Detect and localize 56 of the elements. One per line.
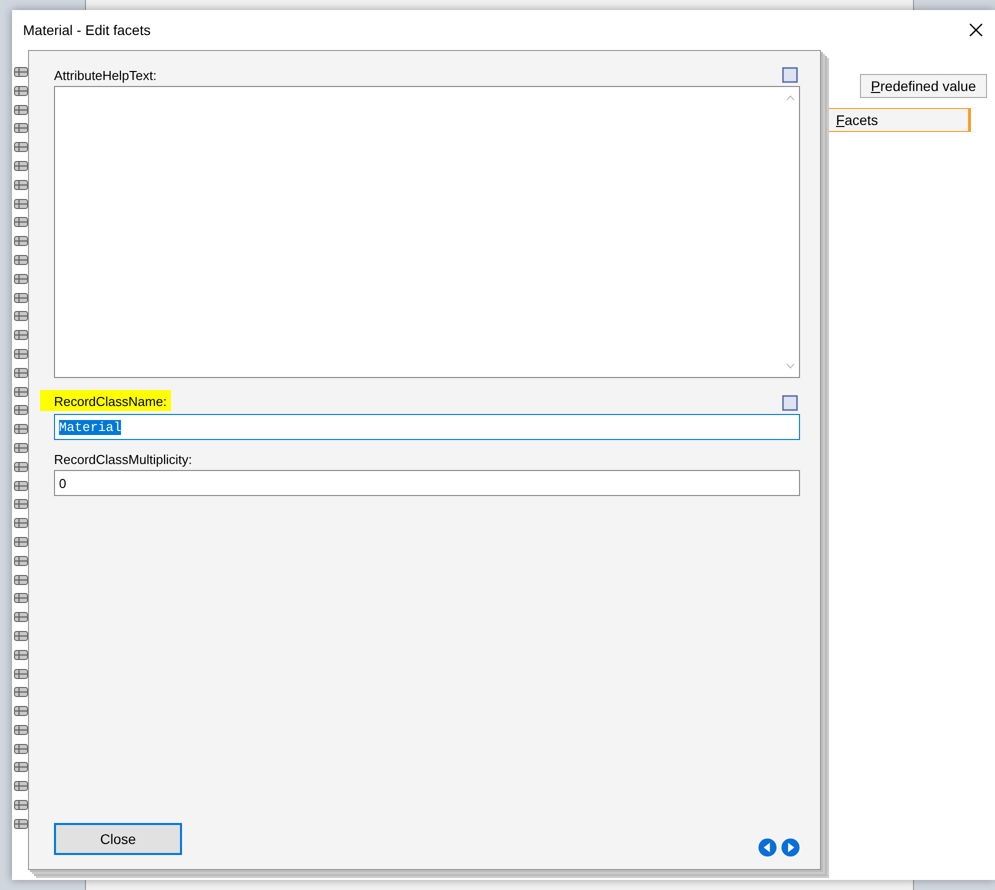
spiral-ring-icon xyxy=(14,706,28,716)
spiral-ring-icon xyxy=(14,67,28,77)
spiral-ring-icon xyxy=(14,274,28,284)
spiral-ring-icon xyxy=(14,556,28,566)
spiral-ring-icon xyxy=(14,818,28,829)
spiral-ring-icon xyxy=(14,800,28,810)
text-field[interactable]: 0 xyxy=(54,470,800,496)
spiral-ring-icon xyxy=(14,86,28,96)
spiral-ring-icon xyxy=(14,160,28,171)
field-label: RecordClassMultiplicity: xyxy=(54,452,192,467)
spiral-ring-icon xyxy=(14,254,28,265)
square-icon[interactable] xyxy=(782,67,798,83)
spiral-ring-icon xyxy=(14,236,28,246)
previous-icon[interactable] xyxy=(758,838,777,857)
spiral-ring-icon xyxy=(14,104,28,115)
spiral-ring-icon xyxy=(14,650,28,660)
spiral-ring-icon xyxy=(14,217,28,228)
close-button[interactable]: Close xyxy=(54,823,182,855)
spiral-ring-icon xyxy=(14,499,28,510)
field-label: RecordClassName: xyxy=(40,390,171,411)
spiral-ring-icon xyxy=(14,762,28,772)
spiral-ring-icon xyxy=(14,744,28,754)
dialog-title: Material - Edit facets xyxy=(23,22,151,38)
square-icon[interactable] xyxy=(782,395,798,411)
spiral-ring-icon xyxy=(14,781,28,792)
spiral-ring-icon xyxy=(14,123,28,134)
spiral-ring-icon xyxy=(14,593,28,604)
spiral-ring-icon xyxy=(14,462,28,472)
next-icon[interactable] xyxy=(781,838,800,857)
spiral-ring-icon xyxy=(14,424,28,434)
spiral-ring-icon xyxy=(14,574,28,585)
spiral-ring-icon xyxy=(14,536,28,547)
spiral-ring-icon xyxy=(14,518,28,528)
spiral-ring-icon xyxy=(14,292,28,303)
spiral-ring-icon xyxy=(14,724,28,735)
field-value: 0 xyxy=(59,476,66,490)
spiral-ring-icon xyxy=(14,687,28,698)
close-icon[interactable] xyxy=(969,23,983,37)
field-label: AttributeHelpText: xyxy=(54,68,157,83)
spiral-ring-icon xyxy=(14,348,28,359)
spiral-ring-icon xyxy=(14,330,28,340)
spiral-ring-icon xyxy=(14,630,28,641)
spiral-ring-icon xyxy=(14,368,28,378)
tab[interactable]: Predefined value xyxy=(860,74,987,98)
spiral-ring-icon xyxy=(14,198,28,209)
spiral-ring-icon xyxy=(14,668,28,678)
spiral-ring-icon xyxy=(14,612,28,622)
spiral-ring-icon xyxy=(14,480,28,491)
spiral-ring-icon xyxy=(14,405,28,416)
spiral-ring-icon xyxy=(14,180,28,190)
spiral-ring-icon xyxy=(14,442,28,453)
spiral-ring-icon xyxy=(14,142,28,152)
field-value: Material xyxy=(59,420,122,434)
spiral-ring-icon xyxy=(14,311,28,322)
text-field[interactable]: Material xyxy=(54,414,800,440)
spiral-ring-icon xyxy=(14,386,28,397)
